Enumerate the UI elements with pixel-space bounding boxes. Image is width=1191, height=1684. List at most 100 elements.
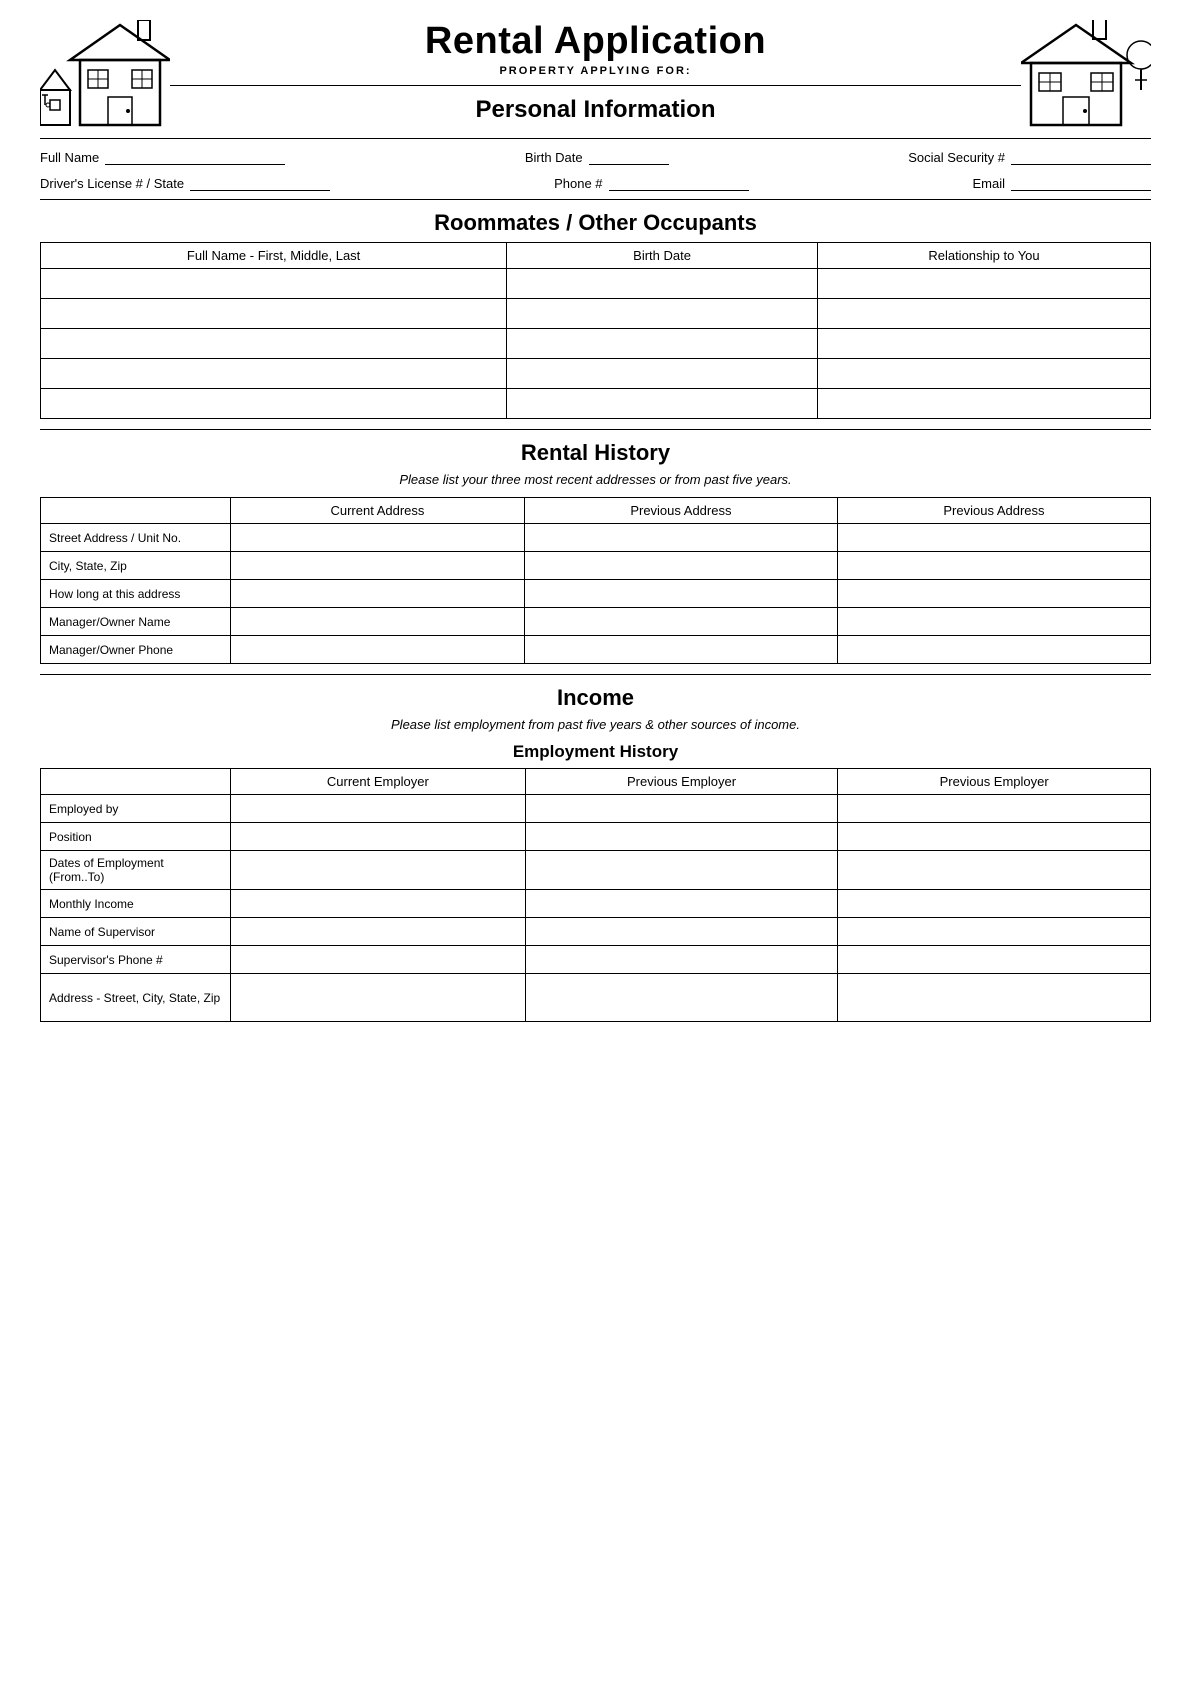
table-cell[interactable] (231, 851, 526, 890)
rental-col-header-3: Previous Address (837, 498, 1150, 524)
email-field[interactable] (1011, 173, 1151, 191)
table-cell[interactable] (838, 890, 1151, 918)
table-row[interactable] (41, 359, 507, 389)
table-cell[interactable] (231, 890, 526, 918)
table-row[interactable] (41, 389, 507, 419)
table-cell[interactable] (838, 823, 1151, 851)
roommates-col1: Full Name - First, Middle, Last (41, 243, 507, 269)
table-row[interactable] (817, 389, 1150, 419)
table-cell[interactable] (524, 524, 837, 552)
table-cell[interactable] (231, 636, 525, 664)
table-row: Monthly Income (41, 890, 1151, 918)
ssn-field[interactable] (1011, 147, 1151, 165)
row-label: Street Address / Unit No. (41, 524, 231, 552)
row-label: Address - Street, City, State, Zip (41, 974, 231, 1022)
employment-col-header-2: Previous Employer (525, 769, 838, 795)
birth-date-label: Birth Date (525, 150, 583, 165)
table-cell[interactable] (525, 823, 838, 851)
list-item (41, 269, 1151, 299)
table-cell[interactable] (525, 851, 838, 890)
row-label: Dates of Employment (From..To) (41, 851, 231, 890)
table-row[interactable] (817, 299, 1150, 329)
table-row: Manager/Owner Name (41, 608, 1151, 636)
table-cell[interactable] (231, 823, 526, 851)
table-row[interactable] (817, 359, 1150, 389)
table-cell[interactable] (525, 918, 838, 946)
ssn-group: Social Security # (908, 147, 1151, 165)
phone-field[interactable] (609, 173, 749, 191)
birth-date-field[interactable] (589, 147, 669, 165)
table-row[interactable] (507, 389, 818, 419)
table-cell[interactable] (837, 608, 1150, 636)
table-cell[interactable] (231, 580, 525, 608)
table-row[interactable] (817, 269, 1150, 299)
license-group: Driver's License # / State (40, 173, 330, 191)
table-row[interactable] (41, 299, 507, 329)
divider-1 (40, 138, 1151, 139)
table-cell[interactable] (838, 795, 1151, 823)
ssn-label: Social Security # (908, 150, 1005, 165)
table-cell[interactable] (525, 890, 838, 918)
row-label: City, State, Zip (41, 552, 231, 580)
table-cell[interactable] (837, 580, 1150, 608)
table-cell[interactable] (231, 608, 525, 636)
table-cell[interactable] (838, 974, 1151, 1022)
table-row[interactable] (507, 359, 818, 389)
row-label: Name of Supervisor (41, 918, 231, 946)
row-label: Monthly Income (41, 890, 231, 918)
table-cell[interactable] (837, 552, 1150, 580)
personal-info-row1: Full Name Birth Date Social Security # (40, 147, 1151, 165)
license-field[interactable] (190, 173, 330, 191)
table-cell[interactable] (231, 946, 526, 974)
employment-col-header-3: Previous Employer (838, 769, 1151, 795)
row-label: Manager/Owner Name (41, 608, 231, 636)
row-label: Position (41, 823, 231, 851)
table-cell[interactable] (524, 636, 837, 664)
full-name-field[interactable] (105, 147, 285, 165)
table-cell[interactable] (524, 608, 837, 636)
table-cell[interactable] (231, 524, 525, 552)
table-cell[interactable] (838, 946, 1151, 974)
table-cell[interactable] (524, 552, 837, 580)
table-row: Position (41, 823, 1151, 851)
rental-col-header-1: Current Address (231, 498, 525, 524)
email-group: Email (972, 173, 1151, 191)
table-row[interactable] (507, 299, 818, 329)
app-title: Rental Application (170, 20, 1021, 63)
rental-history-subtitle: Please list your three most recent addre… (40, 472, 1151, 487)
rental-history-title: Rental History (40, 440, 1151, 466)
employment-table: Current EmployerPrevious EmployerPreviou… (40, 768, 1151, 1022)
email-label: Email (972, 176, 1005, 191)
phone-group: Phone # (554, 173, 748, 191)
roommates-col3: Relationship to You (817, 243, 1150, 269)
right-house-icon (1021, 20, 1151, 130)
table-row[interactable] (507, 329, 818, 359)
table-cell[interactable] (525, 974, 838, 1022)
phone-label: Phone # (554, 176, 602, 191)
table-cell[interactable] (231, 795, 526, 823)
table-cell[interactable] (231, 974, 526, 1022)
rental-col-header-0 (41, 498, 231, 524)
list-item (41, 359, 1151, 389)
property-label: PROPERTY APPLYING FOR: (170, 65, 1021, 77)
roommates-title: Roommates / Other Occupants (40, 210, 1151, 236)
table-cell[interactable] (524, 580, 837, 608)
table-row[interactable] (41, 269, 507, 299)
row-label: How long at this address (41, 580, 231, 608)
employment-col-header-0 (41, 769, 231, 795)
divider-2 (40, 199, 1151, 200)
table-row[interactable] (41, 329, 507, 359)
table-row[interactable] (507, 269, 818, 299)
table-cell[interactable] (525, 946, 838, 974)
table-cell[interactable] (231, 552, 525, 580)
table-row[interactable] (817, 329, 1150, 359)
table-cell[interactable] (838, 918, 1151, 946)
income-subtitle: Please list employment from past five ye… (40, 717, 1151, 732)
table-cell[interactable] (231, 918, 526, 946)
table-cell[interactable] (838, 851, 1151, 890)
table-row: Dates of Employment (From..To) (41, 851, 1151, 890)
table-cell[interactable] (525, 795, 838, 823)
table-cell[interactable] (837, 524, 1150, 552)
table-cell[interactable] (837, 636, 1150, 664)
header-center: Rental Application PROPERTY APPLYING FOR… (170, 20, 1021, 130)
